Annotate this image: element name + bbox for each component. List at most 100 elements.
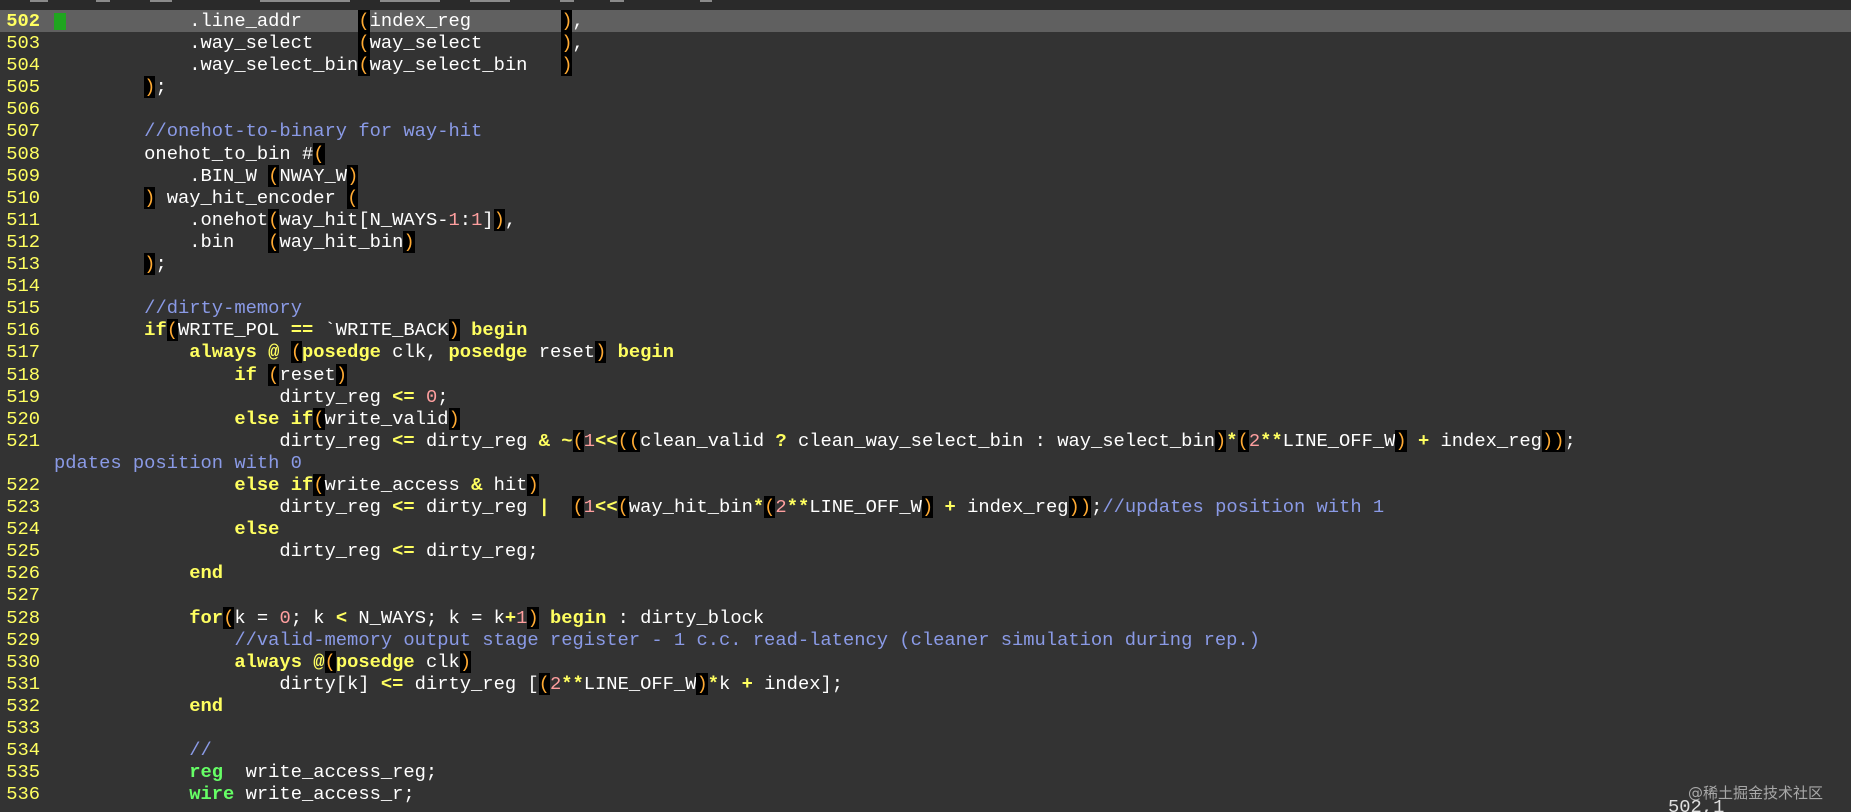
code-text[interactable]: ); (54, 76, 167, 99)
code-text[interactable]: //onehot-to-binary for way-hit (54, 120, 482, 142)
code-line[interactable]: 507 //onehot-to-binary for way-hit (0, 120, 1851, 142)
code-text[interactable]: dirty_reg <= dirty_reg; (54, 540, 538, 562)
code-text[interactable]: dirty_reg <= dirty_reg & ~(1<<((clean_va… (54, 429, 1576, 452)
cursor-position: 502,1 (1668, 796, 1725, 812)
line-number: 511 (6, 208, 40, 231)
code-line[interactable]: 506 (0, 98, 1851, 120)
code-text[interactable]: else (54, 518, 279, 540)
code-text[interactable]: //dirty-memory (54, 297, 302, 319)
code-text[interactable]: reg write_access_reg; (54, 761, 437, 783)
line-number: 516 (6, 319, 40, 342)
line-number: 504 (6, 54, 40, 77)
code-line[interactable]: 534 // (0, 739, 1851, 761)
code-line[interactable]: 503 .way_select (way_select ), (0, 32, 1851, 55)
line-number: 522 (6, 473, 40, 496)
code-line[interactable]: 533 (0, 717, 1851, 739)
code-line[interactable]: 504 .way_select_bin(way_select_bin ) (0, 54, 1851, 77)
code-line[interactable]: 529 //valid-memory output stage register… (0, 629, 1851, 651)
code-text[interactable]: else if(write_access & hit) (54, 473, 539, 496)
wrapped-line[interactable]: pdates position with 0 (0, 452, 1851, 474)
code-text[interactable]: .BIN_W (NWAY_W) (54, 164, 359, 187)
code-line[interactable]: 502 .line_addr (index_reg ), (0, 10, 1851, 33)
code-text[interactable]: dirty_reg <= 0; (54, 386, 448, 408)
line-number: 505 (6, 76, 40, 99)
line-number: 519 (6, 385, 40, 408)
code-text[interactable]: .line_addr (index_reg ), (54, 10, 584, 32)
line-number: 525 (6, 540, 40, 563)
line-number: 506 (6, 98, 40, 121)
previous-line-fragment (0, 0, 1851, 10)
code-text[interactable]: onehot_to_bin #( (54, 142, 325, 165)
code-line[interactable]: 519 dirty_reg <= 0; (0, 386, 1851, 408)
line-number: 513 (6, 253, 40, 276)
code-text[interactable]: dirty[k] <= dirty_reg [(2**LINE_OFF_W)*k… (54, 672, 843, 695)
code-line[interactable]: 528 for(k = 0; k < N_WAYS; k = k+1) begi… (0, 606, 1851, 629)
line-number: 518 (6, 363, 40, 386)
code-text[interactable]: .onehot(way_hit[N_WAYS-1:1]), (54, 208, 516, 231)
code-line[interactable]: 516 if(WRITE_POL == `WRITE_BACK) begin (0, 319, 1851, 342)
code-text[interactable]: dirty_reg <= dirty_reg | (1<<(way_hit_bi… (54, 496, 1384, 519)
code-line[interactable]: 517 always @ (posedge clk, posedge reset… (0, 341, 1851, 364)
code-text[interactable]: // (54, 739, 212, 761)
code-lines[interactable]: 502 .line_addr (index_reg ), 503 .way_sel… (0, 10, 1851, 805)
code-line[interactable]: 515 //dirty-memory (0, 297, 1851, 319)
code-text[interactable]: if (reset) (54, 363, 348, 386)
code-line[interactable]: 536 wire write_access_r; (0, 783, 1851, 805)
code-text[interactable]: if(WRITE_POL == `WRITE_BACK) begin (54, 319, 527, 342)
line-number: 515 (6, 297, 40, 320)
code-line[interactable]: 523 dirty_reg <= dirty_reg | (1<<(way_hi… (0, 496, 1851, 519)
code-text[interactable]: always @(posedge clk) (54, 650, 472, 673)
line-number: 507 (6, 120, 40, 143)
code-line[interactable]: 508 onehot_to_bin #( (0, 142, 1851, 165)
line-number: 503 (6, 32, 40, 55)
code-line[interactable]: 514 (0, 275, 1851, 297)
line-number: 533 (6, 717, 40, 739)
code-line[interactable]: 524 else (0, 518, 1851, 540)
code-line[interactable]: 518 if (reset) (0, 363, 1851, 386)
line-number: 523 (6, 496, 40, 519)
code-line[interactable]: 521 dirty_reg <= dirty_reg & ~(1<<((clea… (0, 429, 1851, 452)
line-number: 502 (6, 10, 40, 32)
code-text[interactable]: always @ (posedge clk, posedge reset) be… (54, 341, 674, 364)
code-line[interactable]: 532 end (0, 695, 1851, 717)
code-line[interactable]: 520 else if(write_valid) (0, 407, 1851, 430)
code-line[interactable]: 522 else if(write_access & hit) (0, 473, 1851, 496)
code-text[interactable]: pdates position with 0 (54, 452, 302, 474)
code-text[interactable]: .bin (way_hit_bin) (54, 230, 415, 253)
code-line[interactable]: 511 .onehot(way_hit[N_WAYS-1:1]), (0, 208, 1851, 231)
code-text[interactable]: end (54, 695, 223, 717)
line-number: 517 (6, 341, 40, 364)
line-number: 535 (6, 761, 40, 784)
line-number: 508 (6, 142, 40, 165)
code-text[interactable]: else if(write_valid) (54, 407, 460, 430)
line-number: 526 (6, 562, 40, 585)
line-number: 534 (6, 739, 40, 762)
line-number: 512 (6, 230, 40, 253)
code-text[interactable]: for(k = 0; k < N_WAYS; k = k+1) begin : … (54, 606, 764, 629)
line-number: 527 (6, 584, 40, 607)
code-text[interactable]: .way_select_bin(way_select_bin ) (54, 54, 573, 77)
code-line[interactable]: 530 always @(posedge clk) (0, 650, 1851, 673)
code-line[interactable]: 513 ); (0, 253, 1851, 276)
line-number: 509 (6, 164, 40, 187)
code-line[interactable]: 527 (0, 584, 1851, 606)
line-number: 532 (6, 694, 40, 717)
code-text[interactable]: ) way_hit_encoder ( (54, 186, 359, 209)
code-line[interactable]: 512 .bin (way_hit_bin) (0, 230, 1851, 253)
line-number: 529 (6, 628, 40, 651)
code-editor-window[interactable]: 502 .line_addr (index_reg ), 503 .way_sel… (0, 0, 1851, 812)
code-text[interactable]: //valid-memory output stage register - 1… (54, 629, 1260, 651)
code-text[interactable]: ); (54, 253, 167, 276)
code-line[interactable]: 535 reg write_access_reg; (0, 761, 1851, 783)
code-line[interactable]: 531 dirty[k] <= dirty_reg [(2**LINE_OFF_… (0, 672, 1851, 695)
code-text[interactable]: wire write_access_r; (54, 783, 414, 805)
code-line[interactable]: 526 end (0, 562, 1851, 584)
line-number: 514 (6, 275, 40, 298)
code-text[interactable]: .way_select (way_select ), (54, 32, 584, 55)
code-text[interactable]: end (54, 562, 223, 584)
line-number: 530 (6, 650, 40, 673)
code-line[interactable]: 509 .BIN_W (NWAY_W) (0, 164, 1851, 187)
code-line[interactable]: 505 ); (0, 76, 1851, 99)
code-line[interactable]: 525 dirty_reg <= dirty_reg; (0, 540, 1851, 562)
code-line[interactable]: 510 ) way_hit_encoder ( (0, 186, 1851, 209)
